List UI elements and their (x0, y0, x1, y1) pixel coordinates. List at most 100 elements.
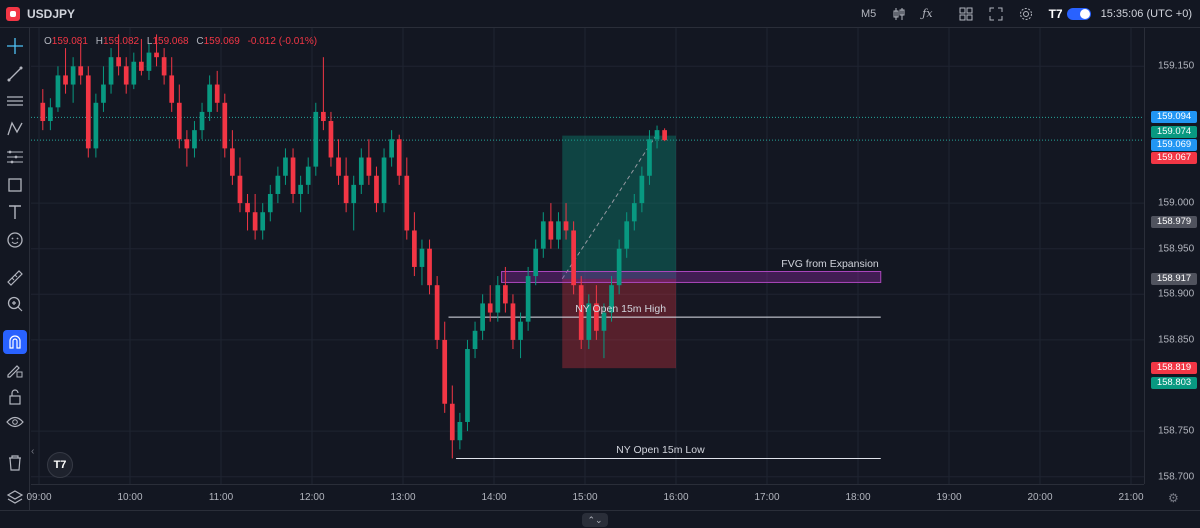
candle-body (131, 61, 137, 85)
emoji-icon[interactable] (3, 228, 27, 252)
candle-body (184, 139, 190, 149)
candle-body (298, 184, 303, 194)
candle-body (78, 66, 84, 76)
candle-body (495, 285, 501, 313)
trash-icon[interactable] (3, 451, 27, 475)
candle-body (510, 303, 516, 340)
price-chart[interactable] (31, 28, 1144, 484)
candle-body (108, 57, 114, 85)
bottom-panel-bar: ⌃⌄ (0, 510, 1200, 528)
ny-open-low-label[interactable]: NY Open 15m Low (616, 444, 705, 456)
time-tick-label: 11:00 (208, 492, 234, 503)
gear-icon[interactable] (1019, 7, 1033, 21)
pattern-icon[interactable] (3, 117, 27, 141)
axis-settings-icon[interactable]: ⚙ (1168, 491, 1179, 505)
layout-icon[interactable] (959, 7, 973, 21)
crosshair-icon[interactable] (3, 34, 27, 58)
candle-body (381, 157, 387, 204)
candle-body (207, 84, 212, 112)
time-tick-label: 21:00 (1118, 492, 1144, 503)
candle-body (540, 221, 546, 249)
top-toolbar: USDJPY M5 ƒx T7 15:35:06 (UTC +0) (0, 0, 1200, 28)
ohlc-high: 159.082 (102, 36, 140, 47)
drawing-toolbar (0, 28, 30, 528)
fx-icon[interactable]: ƒx (922, 7, 932, 20)
candle-body (654, 130, 660, 140)
magnet-icon[interactable] (3, 330, 27, 354)
price-axis[interactable]: 159.150 159.000 158.950 158.900 158.850 158.7… (1144, 28, 1200, 484)
candle-body (260, 212, 266, 231)
expand-panel-icon[interactable]: ⌃⌄ (582, 513, 608, 527)
symbol-name[interactable]: USDJPY (27, 7, 75, 21)
candle-body (63, 75, 68, 85)
eye-icon[interactable] (3, 410, 27, 434)
clock-readout[interactable]: 15:35:06 (UTC +0) (1101, 8, 1192, 20)
pencil-lock-icon[interactable] (3, 358, 27, 382)
time-axis[interactable]: 09:00 10:00 11:00 12:00 13:00 14:00 15:00 16:00… (26, 484, 1144, 510)
candle-body (214, 84, 220, 103)
candle-body (374, 175, 379, 204)
tv-logo-icon[interactable]: T7 (1049, 7, 1063, 21)
time-tick-label: 18:00 (845, 492, 871, 503)
lock-icon[interactable] (3, 385, 27, 409)
text-icon[interactable] (3, 200, 27, 224)
fib-icon[interactable] (3, 145, 27, 169)
price-tag: 159.094 (1151, 111, 1197, 124)
candle-body (123, 66, 129, 85)
layers-icon[interactable] (3, 486, 27, 510)
ohlc-open: 159.081 (51, 36, 88, 47)
candle-body (192, 130, 197, 149)
app-logo-icon (6, 6, 20, 21)
price-tick-label: 158.750 (1158, 425, 1195, 437)
zoom-icon[interactable] (3, 292, 27, 316)
candle-body (245, 203, 250, 213)
ohlc-legend: O159.081 H159.082 L159.068 C159.069 -0.0… (44, 36, 322, 47)
timeframe-button[interactable]: M5 (861, 8, 876, 20)
candle-body (503, 285, 508, 304)
candle-body (48, 107, 53, 122)
candle-body (442, 339, 448, 404)
horizontal-lines-icon[interactable] (3, 89, 27, 113)
candle-body (116, 57, 121, 67)
theme-toggle[interactable] (1066, 7, 1091, 20)
candle-body (343, 175, 349, 204)
fullscreen-icon[interactable] (989, 7, 1003, 21)
candle-body (647, 139, 652, 176)
time-tick-label: 15:00 (572, 492, 598, 503)
ny-open-high-label[interactable]: NY Open 15m High (575, 303, 666, 315)
candle-body (290, 157, 296, 194)
candle-body (222, 102, 228, 149)
time-tick-label: 10:00 (117, 492, 143, 503)
time-tick-label: 12:00 (299, 492, 325, 503)
candles-icon[interactable] (892, 7, 906, 21)
shape-icon[interactable] (3, 173, 27, 197)
candle-body (85, 75, 91, 149)
price-tag: 159.069 (1151, 138, 1197, 151)
time-tick-label: 17:00 (754, 492, 780, 503)
candle-body (533, 248, 539, 277)
chart-pane[interactable] (31, 28, 1144, 484)
price-tick-label: 158.950 (1158, 243, 1195, 255)
candle-body (199, 111, 205, 131)
tradingview-badge-icon[interactable]: T7 (47, 452, 73, 478)
candle-body (101, 84, 106, 103)
candle-body (601, 312, 607, 331)
candle-body (525, 276, 531, 322)
candle-body (366, 157, 372, 176)
price-tick-label: 158.850 (1158, 334, 1195, 346)
candle-body (472, 330, 478, 350)
fvg-label[interactable]: FVG from Expansion (781, 258, 878, 270)
candle-body (275, 175, 281, 194)
ohlc-close-label: C (196, 36, 204, 47)
price-tag: 158.803 (1151, 376, 1197, 389)
candle-body (305, 166, 311, 185)
ruler-icon[interactable] (3, 266, 27, 290)
time-tick-label: 16:00 (663, 492, 689, 503)
candle-body (404, 175, 410, 231)
candle-body (336, 157, 341, 176)
trend-line-icon[interactable] (3, 62, 27, 86)
candle-body (154, 52, 159, 58)
price-tag: 158.979 (1151, 216, 1197, 229)
ohlc-open-label: O (44, 36, 52, 47)
ohlc-change: -0.012 (-0.01%) (247, 36, 318, 47)
